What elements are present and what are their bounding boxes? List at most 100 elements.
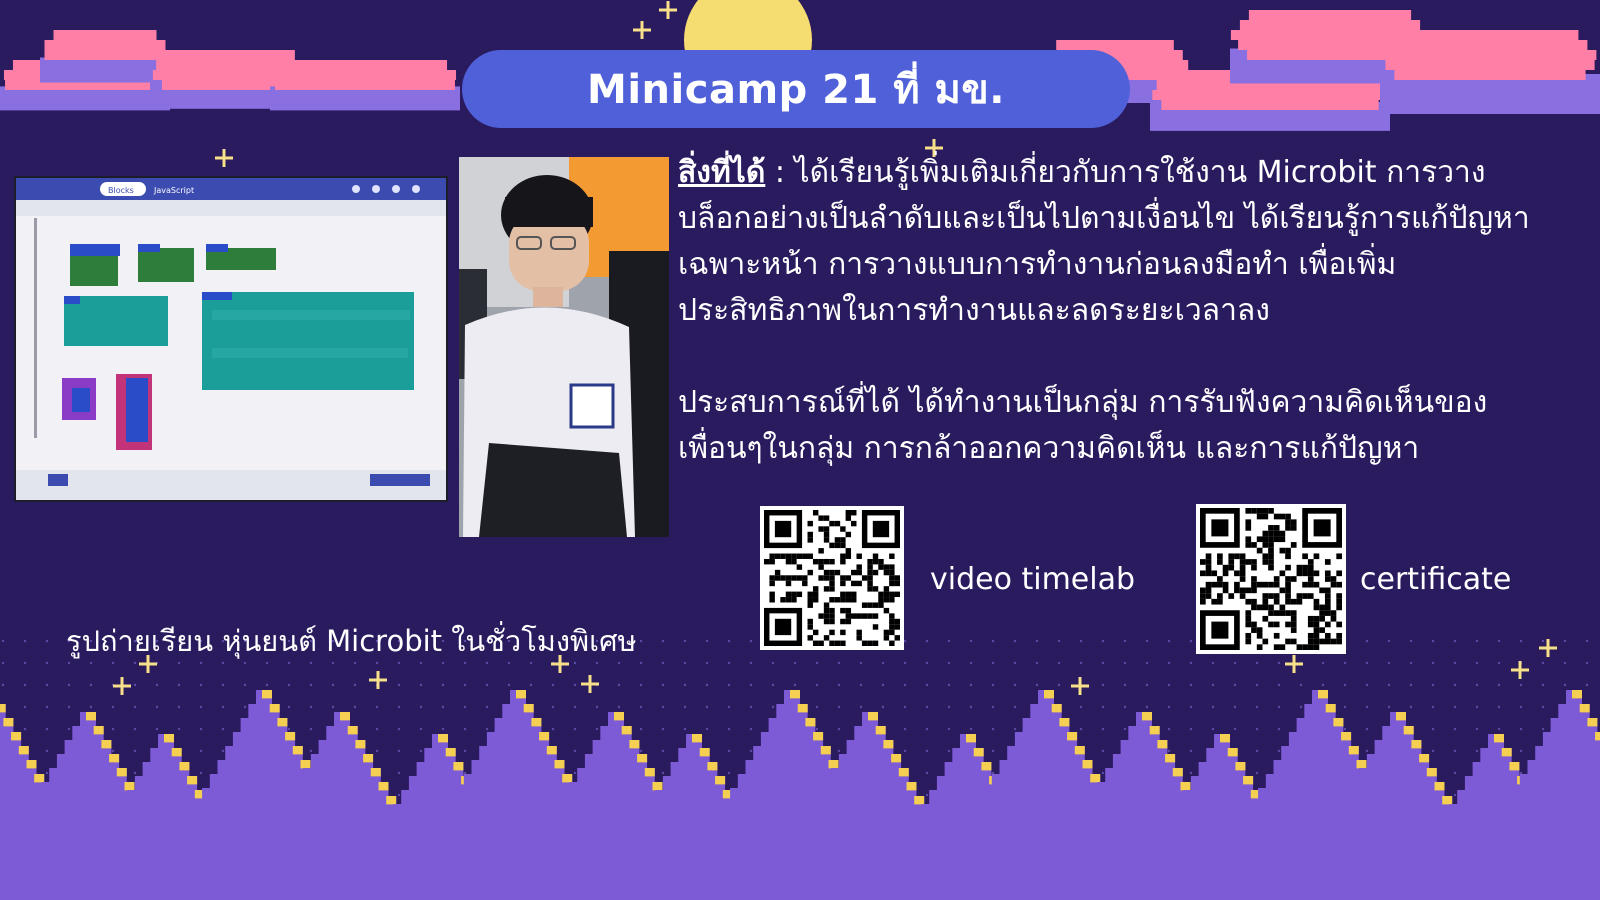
qr-module — [807, 597, 813, 603]
experience-paragraph: ประสบการณ์ที่ได้ ได้ทำงานเป็นกลุ่ม การรั… — [678, 385, 1488, 466]
tree-highlight — [1341, 732, 1352, 741]
qr-module — [1251, 564, 1257, 571]
qr-module — [1239, 564, 1246, 571]
tree-highlight — [1325, 704, 1336, 713]
qr-module — [840, 607, 846, 614]
qr-module — [764, 558, 770, 565]
tree-block — [577, 768, 655, 782]
qr-module — [1262, 598, 1269, 605]
qr-module — [812, 629, 819, 636]
qr-module — [1319, 638, 1325, 645]
sparkle — [1511, 668, 1529, 672]
qr-module — [1268, 610, 1274, 616]
qr-module — [1234, 553, 1240, 560]
qr-module — [1268, 530, 1274, 537]
tree-highlight — [562, 774, 573, 783]
qr-module — [861, 613, 868, 619]
tree-highlight — [637, 754, 648, 763]
sparkle — [1285, 662, 1303, 666]
qr-module — [1200, 570, 1206, 577]
qr-module — [818, 575, 824, 581]
qr-module — [1330, 610, 1337, 616]
qr-module — [840, 575, 846, 581]
qr-module — [807, 531, 813, 538]
qr-module — [851, 580, 857, 587]
qr-module — [845, 548, 852, 554]
qr-module — [812, 510, 819, 516]
qr-module — [1273, 536, 1280, 543]
tree-highlight — [1149, 726, 1160, 735]
qr-module — [872, 558, 879, 565]
qr-module — [829, 575, 835, 581]
tree-highlight — [875, 726, 886, 735]
qr-module — [867, 564, 873, 570]
tree-block — [1343, 796, 1453, 810]
qr-module — [883, 564, 890, 570]
tree-highlight — [292, 746, 303, 755]
sparkle — [1539, 646, 1557, 650]
qr-module — [1251, 542, 1257, 548]
qr-module — [1262, 513, 1269, 520]
qr-module — [1268, 564, 1274, 571]
tab-javascript-label: JavaScript — [153, 186, 194, 195]
qr-module — [840, 591, 846, 598]
qr-module — [823, 569, 830, 576]
qr-module — [1313, 604, 1320, 611]
qr-module — [1256, 627, 1263, 633]
qr-module — [1200, 587, 1206, 594]
tree-block — [753, 746, 831, 760]
tree-block — [745, 760, 839, 774]
qr-module — [1245, 519, 1252, 526]
tree-block — [999, 760, 1093, 774]
qr-module — [1262, 593, 1269, 599]
qr-module — [883, 597, 890, 603]
qr-module — [1296, 598, 1303, 605]
qr-module — [1336, 598, 1342, 605]
qr-module — [889, 580, 895, 587]
qr-module — [1319, 627, 1325, 633]
tree-highlight — [124, 782, 135, 791]
tree-highlight — [101, 740, 112, 749]
tree-block — [984, 788, 1108, 802]
qr-module — [1228, 593, 1235, 599]
qr-module — [1319, 587, 1325, 594]
qr-module — [851, 510, 857, 516]
tree-block — [127, 790, 205, 804]
qr-module — [807, 520, 813, 527]
qr-module — [1296, 564, 1303, 571]
qr-module — [1251, 581, 1257, 588]
tree-highlight — [370, 768, 381, 777]
tree-block — [815, 796, 925, 810]
sparkle — [633, 28, 651, 32]
qr-module — [856, 629, 862, 636]
qr-code-video[interactable] — [760, 506, 904, 650]
qr-module — [807, 602, 813, 608]
tree-highlight — [285, 732, 296, 741]
qr-module — [1222, 581, 1229, 588]
tree-highlight — [539, 732, 550, 741]
qr-module — [1251, 598, 1257, 605]
qr-module — [823, 531, 830, 538]
qr-module — [796, 564, 803, 570]
tree-block — [1504, 802, 1600, 816]
qr-module — [1330, 581, 1337, 588]
qr-module — [1285, 598, 1291, 605]
qr-module — [769, 553, 775, 559]
qr-module — [1313, 598, 1320, 605]
qr-module — [785, 591, 792, 598]
qr-module — [823, 607, 830, 614]
qr-module — [1262, 581, 1269, 588]
sparkle — [369, 678, 387, 682]
qr-code-certificate[interactable] — [1196, 504, 1346, 654]
qr-module — [785, 575, 792, 581]
qr-module — [1336, 553, 1342, 560]
qr-module — [1336, 638, 1342, 645]
tree-highlight — [1356, 760, 1367, 769]
tree-highlight — [1509, 762, 1520, 771]
learned-heading: สิ่งที่ได้ — [678, 155, 766, 190]
qr-module — [889, 618, 895, 625]
qr-module — [1273, 513, 1280, 520]
qr-module — [1324, 604, 1331, 611]
qr-module — [829, 586, 835, 592]
qr-module — [1245, 610, 1252, 616]
